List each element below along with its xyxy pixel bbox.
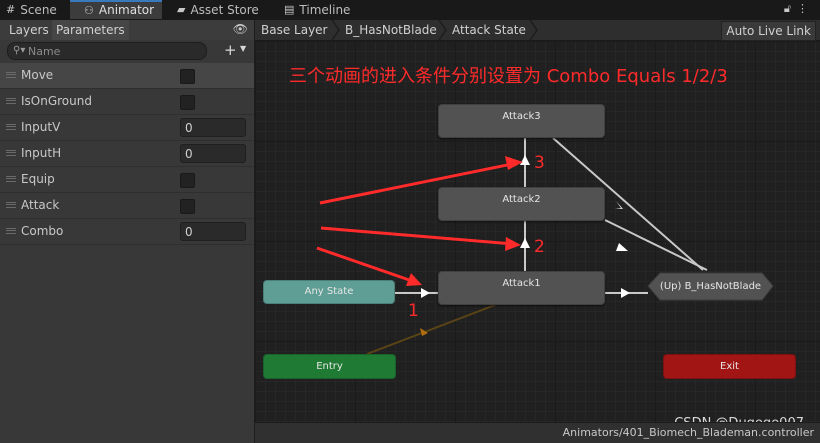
parameter-value-field[interactable]: 0: [180, 222, 246, 241]
parameter-row-move[interactable]: Move: [0, 63, 254, 89]
state-node-label: Attack2: [502, 194, 541, 205]
search-input[interactable]: [28, 43, 198, 59]
tab-animator-label: Animator: [98, 3, 155, 17]
parameter-name: InputH: [21, 146, 62, 160]
parameter-row-isonground[interactable]: IsOnGround: [0, 89, 254, 115]
lock-icon[interactable]: 🔓︎: [784, 2, 797, 15]
state-node-attack2[interactable]: Attack2: [438, 187, 605, 221]
parameter-name: Combo: [21, 224, 64, 238]
status-bar: Animators/401_Biomech_Blademan.controlle…: [255, 422, 820, 443]
state-node-attack1[interactable]: Attack1: [438, 271, 605, 305]
window-controls: 🔓︎⋮: [784, 2, 814, 16]
state-node-exit[interactable]: Exit: [663, 354, 796, 379]
tab-layers[interactable]: Layers: [5, 20, 53, 40]
state-node-up-b-hasnotblade[interactable]: (Up) B_HasNotBlade: [648, 273, 773, 300]
drag-handle-icon[interactable]: [6, 202, 16, 208]
parameter-row-attack[interactable]: Attack: [0, 193, 254, 219]
parameter-value-field[interactable]: 0: [180, 144, 246, 163]
annotation-number-3: 3: [534, 153, 545, 173]
transition-arrow-attack3-up[interactable]: [615, 201, 623, 209]
tab-animator[interactable]: ⚇ Animator: [70, 0, 163, 19]
annotation-number-1: 1: [408, 301, 419, 321]
tab-asset-store-label: Asset Store: [190, 3, 259, 17]
parameter-value-field[interactable]: 0: [180, 118, 246, 137]
state-node-entry[interactable]: Entry: [263, 354, 396, 379]
state-node-label: Attack3: [502, 111, 541, 122]
transition-arrow-to-attack3[interactable]: [520, 155, 530, 165]
tab-scene[interactable]: # Scene: [6, 0, 57, 20]
animator-graph: Base Layer B_HasNotBlade Attack State Au…: [255, 20, 820, 443]
add-parameter-icon[interactable]: +: [224, 41, 237, 59]
search-icon: ⚲▾: [13, 45, 26, 56]
tab-scene-label: Scene: [20, 3, 57, 17]
drag-handle-icon[interactable]: [6, 176, 16, 182]
state-node-label: Exit: [720, 361, 739, 372]
annotation-arrow-3: [505, 156, 523, 170]
eye-icon[interactable]: 👁︎: [233, 22, 248, 36]
drag-handle-icon[interactable]: [6, 228, 16, 234]
parameter-checkbox[interactable]: [180, 69, 195, 84]
tab-asset-store[interactable]: ▰ Asset Store: [177, 0, 259, 20]
state-node-attack3[interactable]: Attack3: [438, 104, 605, 138]
parameter-checkbox[interactable]: [180, 199, 195, 214]
parameter-search-row: ⚲▾ + ▼: [0, 40, 254, 62]
parameter-search[interactable]: ⚲▾: [7, 42, 207, 60]
state-node-label: Entry: [316, 361, 343, 372]
drag-handle-icon[interactable]: [6, 72, 16, 78]
grid-icon: #: [6, 3, 16, 16]
parameter-checkbox[interactable]: [180, 173, 195, 188]
annotation-number-2: 2: [534, 237, 545, 257]
transition-arrow-attack2-up[interactable]: [616, 243, 628, 251]
state-node-label: Attack1: [502, 278, 541, 289]
annotation-arrow-2: [505, 237, 521, 251]
drag-handle-icon[interactable]: [6, 124, 16, 130]
state-node-label: (Up) B_HasNotBlade: [659, 281, 762, 292]
transition-arrow-to-attack1[interactable]: [421, 288, 430, 298]
tab-timeline[interactable]: ▤ Timeline: [284, 0, 350, 20]
drag-handle-icon[interactable]: [6, 150, 16, 156]
drag-handle-icon[interactable]: [6, 98, 16, 104]
parameter-name: Move: [21, 68, 54, 82]
parameter-row-inputh[interactable]: InputH 0: [0, 141, 254, 167]
parameter-row-inputv[interactable]: InputV 0: [0, 115, 254, 141]
parameter-name: Equip: [21, 172, 55, 186]
store-bag-icon: ▰: [177, 3, 186, 16]
parameter-row-equip[interactable]: Equip: [0, 167, 254, 193]
transition-arrow-to-up[interactable]: [621, 288, 630, 298]
tab-timeline-label: Timeline: [299, 3, 351, 17]
tab-parameters[interactable]: Parameters: [52, 20, 129, 40]
controller-path: Animators/401_Biomech_Blademan.controlle…: [562, 426, 814, 439]
parameter-name: Attack: [21, 198, 60, 212]
state-node-label: Any State: [304, 286, 354, 297]
timeline-icon: ▤: [284, 3, 295, 16]
annotation-text: 三个动画的进入条件分别设置为 Combo Equals 1/2/3: [289, 66, 728, 87]
transition-arrow-to-attack2[interactable]: [520, 238, 530, 248]
more-menu-icon[interactable]: ⋮: [797, 2, 814, 15]
parameter-row-combo[interactable]: Combo 0: [0, 219, 254, 245]
animator-icon: ⚇: [84, 4, 94, 17]
parameter-checkbox[interactable]: [180, 95, 195, 110]
parameter-name: IsOnGround: [21, 94, 92, 108]
state-node-any-state[interactable]: Any State: [263, 280, 395, 304]
layers-parameters-tabs: Layers Parameters 👁︎: [0, 20, 254, 41]
editor-tab-bar: # Scene ⚇ Animator ▰ Asset Store ▤ Timel…: [0, 0, 820, 21]
parameter-name: InputV: [21, 120, 61, 134]
parameters-panel: Layers Parameters 👁︎ ⚲▾ + ▼ Move IsOnGro…: [0, 20, 255, 443]
chevron-down-icon[interactable]: ▼: [240, 44, 246, 53]
